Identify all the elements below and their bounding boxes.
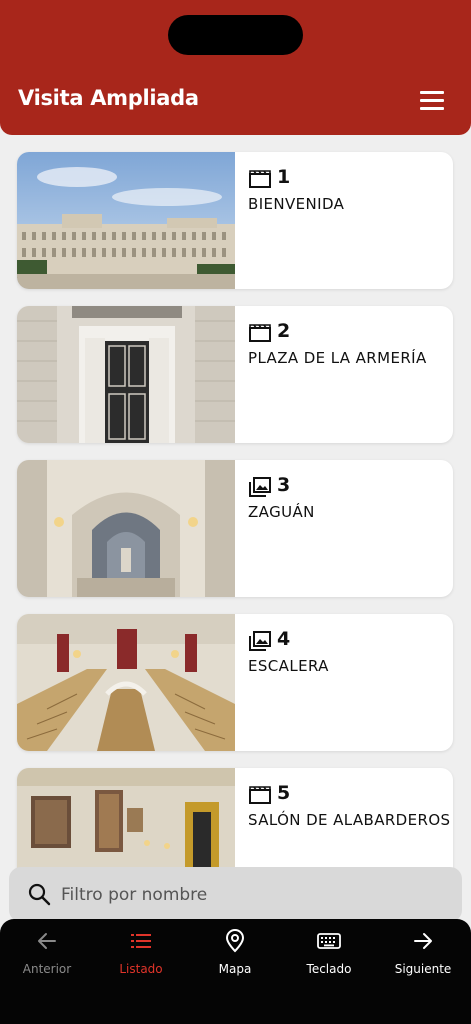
tab-mapa[interactable]: Mapa xyxy=(188,927,282,987)
item-number: 5 xyxy=(277,782,291,804)
armory-door-image xyxy=(17,306,235,443)
gallery-icon xyxy=(249,631,271,651)
item-number: 4 xyxy=(277,628,291,650)
video-icon xyxy=(249,324,271,342)
item-name: PLAZA DE LA ARMERÍA xyxy=(248,349,427,367)
item-name: ESCALERA xyxy=(248,657,329,675)
item-name: BIENVENIDA xyxy=(248,195,345,213)
list-item[interactable]: 1 BIENVENIDA xyxy=(17,152,453,289)
keyboard-icon xyxy=(317,933,341,949)
vestibule-image xyxy=(17,460,235,597)
item-number: 1 xyxy=(277,166,291,188)
map-pin-icon xyxy=(225,929,245,953)
tab-teclado[interactable]: Teclado xyxy=(282,927,376,987)
tab-label: Teclado xyxy=(306,962,352,976)
tab-siguiente[interactable]: Siguiente xyxy=(376,927,470,987)
arrow-left-icon xyxy=(38,933,56,949)
gallery-icon xyxy=(249,477,271,497)
list-item[interactable]: 4 ESCALERA xyxy=(17,614,453,751)
tab-label: Siguiente xyxy=(394,962,452,976)
page-title: Visita Ampliada xyxy=(18,86,199,110)
camera-notch xyxy=(168,15,303,55)
video-icon xyxy=(249,786,271,804)
filter-input[interactable] xyxy=(59,879,443,911)
search-icon xyxy=(28,883,51,906)
app-header: Visita Ampliada xyxy=(0,0,471,135)
staircase-image xyxy=(17,614,235,751)
palace-facade-image xyxy=(17,152,235,289)
tab-label: Mapa xyxy=(218,962,252,976)
filter-bar xyxy=(9,867,462,922)
list-icon xyxy=(131,934,151,948)
stop-list[interactable]: 1 BIENVENIDA 2 PLAZA DE LA ARMERÍA 3 ZAG… xyxy=(0,135,471,920)
video-icon xyxy=(249,170,271,188)
hamburger-menu-icon[interactable] xyxy=(414,88,450,112)
item-number: 3 xyxy=(277,474,291,496)
tab-label: Listado xyxy=(119,962,163,976)
tab-listado[interactable]: Listado xyxy=(94,927,188,987)
tab-label: Anterior xyxy=(22,962,72,976)
tab-anterior[interactable]: Anterior xyxy=(0,927,94,987)
item-number: 2 xyxy=(277,320,291,342)
bottom-tab-bar: Anterior Listado Mapa Teclado Siguiente xyxy=(0,919,471,1024)
list-item[interactable]: 3 ZAGUÁN xyxy=(17,460,453,597)
item-name: SALÓN DE ALABARDEROS xyxy=(248,811,451,829)
item-name: ZAGUÁN xyxy=(248,503,315,521)
arrow-right-icon xyxy=(414,933,432,949)
list-item[interactable]: 2 PLAZA DE LA ARMERÍA xyxy=(17,306,453,443)
